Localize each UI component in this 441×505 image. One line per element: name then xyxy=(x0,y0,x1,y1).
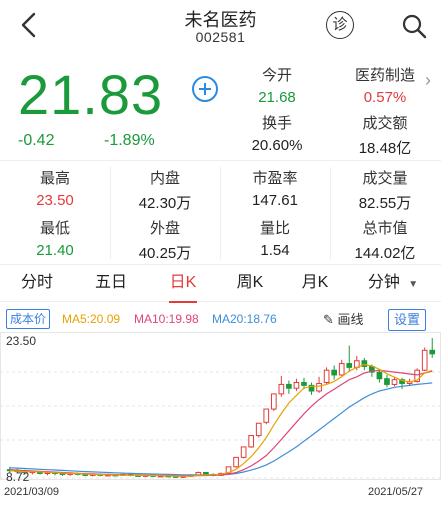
top-bar: 未名医药 002581 诊 xyxy=(0,0,441,52)
pe-value: 147.61 xyxy=(252,192,298,209)
candle-body xyxy=(240,446,247,458)
tab-minute[interactable]: 分钟 ▼ xyxy=(352,265,434,303)
search-icon[interactable] xyxy=(400,12,428,40)
market-cap-value: 144.02亿 xyxy=(354,245,416,262)
volume-ratio-label: 量比 xyxy=(259,220,290,237)
stats-grid: 最高 23.50 内盘 42.30万 市盈率 147.61 成交量 82.55万… xyxy=(0,160,441,264)
draw-line-label: 画线 xyxy=(337,312,364,327)
candle-body xyxy=(233,456,239,468)
low-value: 21.40 xyxy=(36,242,74,259)
sector-label: 医药制造 xyxy=(354,67,415,84)
open-label: 今开 xyxy=(261,67,292,84)
high-label: 最高 xyxy=(39,170,70,187)
turnover-stat: 换手 20.60% xyxy=(222,112,332,154)
open-value: 21.68 xyxy=(258,89,296,106)
amount-label: 成交额 xyxy=(362,115,408,132)
market-cap-stat: 总市值 144.02亿 xyxy=(330,217,440,263)
kline-svg[interactable] xyxy=(0,332,441,500)
y-min-label: 8.72 xyxy=(6,470,30,484)
tab-weekly-k[interactable]: 周K xyxy=(218,265,282,303)
tab-timeshare[interactable]: 分时 xyxy=(0,265,74,303)
volume-label: 成交量 xyxy=(362,170,408,187)
tab-daily-k[interactable]: 日K xyxy=(148,265,218,303)
ma10-line xyxy=(9,369,433,477)
x-start-label: 2021/03/09 xyxy=(4,486,60,498)
candle-body xyxy=(301,382,307,386)
low-label: 最低 xyxy=(39,220,70,237)
candle-body xyxy=(203,472,209,475)
turnover-label: 换手 xyxy=(261,115,292,132)
volume-ratio-stat: 量比 1.54 xyxy=(220,217,330,259)
period-tabs: 分时 五日 日K 周K 月K 分钟 ▼ xyxy=(0,264,441,303)
volume-ratio-value: 1.54 xyxy=(260,242,290,259)
open-stat: 今开 21.68 xyxy=(222,64,332,106)
turnover-value: 20.60% xyxy=(251,137,303,154)
high-stat: 最高 23.50 xyxy=(0,167,110,209)
volume-stat: 成交量 82.55万 xyxy=(330,167,440,213)
tab-minute-label: 分钟 xyxy=(367,274,400,291)
outer-label: 外盘 xyxy=(149,220,180,237)
amount-value: 18.48亿 xyxy=(358,140,412,157)
candle-body xyxy=(331,369,337,376)
ma10-legend: MA10:19.98 xyxy=(134,312,199,326)
quote-panel: 21.83 -0.42 -1.89% 今开 21.68 医药制造 0.57% ›… xyxy=(0,52,441,158)
chevron-right-icon[interactable]: › xyxy=(425,70,431,91)
candle-body xyxy=(323,369,330,384)
kline-chart[interactable]: 23.50 8.72 2021/03/09 2021/05/27 xyxy=(0,332,441,500)
sector-stat[interactable]: 医药制造 0.57% xyxy=(330,64,440,106)
price-change-pct: -1.89% xyxy=(104,132,155,149)
candle-body xyxy=(270,393,277,410)
candle-body xyxy=(384,378,390,385)
candle-body xyxy=(346,363,353,368)
add-watchlist-icon[interactable] xyxy=(192,76,218,102)
candle-body xyxy=(248,435,255,448)
settings-button[interactable]: 设置 xyxy=(388,309,427,331)
inner-stat: 内盘 42.30万 xyxy=(110,167,220,213)
pencil-icon: ✎ xyxy=(323,312,334,327)
diagnose-button[interactable]: 诊 xyxy=(326,11,354,39)
ma20-line xyxy=(9,382,433,476)
price-change: -0.42 xyxy=(18,132,55,149)
x-end-label: 2021/05/27 xyxy=(368,486,424,498)
candle-body xyxy=(376,371,383,380)
volume-value: 82.55万 xyxy=(358,195,412,212)
candle-body xyxy=(263,408,270,423)
outer-value: 40.25万 xyxy=(138,245,192,262)
market-cap-label: 总市值 xyxy=(362,220,408,237)
tab-five-day[interactable]: 五日 xyxy=(74,265,148,303)
ma5-line xyxy=(9,363,433,477)
inner-value: 42.30万 xyxy=(138,195,192,212)
inner-label: 内盘 xyxy=(149,170,180,187)
draw-line-button[interactable]: ✎ 画线 xyxy=(323,309,364,328)
outer-stat: 外盘 40.25万 xyxy=(110,217,220,263)
candle-body xyxy=(316,382,322,392)
y-max-label: 23.50 xyxy=(6,334,37,348)
candle-body xyxy=(278,383,285,395)
candle-body xyxy=(255,422,262,437)
sector-value: 0.57% xyxy=(363,89,407,106)
candle-body xyxy=(429,349,436,355)
candle-body xyxy=(293,382,300,389)
low-stat: 最低 21.40 xyxy=(0,217,110,259)
candle-body xyxy=(391,379,398,385)
ma5-legend: MA5:20.09 xyxy=(62,312,121,326)
candle-body xyxy=(338,363,345,376)
candle-body xyxy=(421,349,428,371)
pe-stat: 市盈率 147.61 xyxy=(220,167,330,209)
pe-label: 市盈率 xyxy=(252,170,298,187)
ma20-legend: MA20:18.76 xyxy=(212,312,277,326)
chart-toolbar: 成本价 MA5:20.09 MA10:19.98 MA20:18.76 ✎ 画线… xyxy=(0,306,441,332)
amount-stat: 成交额 18.48亿 xyxy=(330,112,440,158)
cost-price-button[interactable]: 成本价 xyxy=(6,309,51,329)
tab-monthly-k[interactable]: 月K xyxy=(282,265,348,303)
current-price: 21.83 xyxy=(18,63,164,126)
caret-down-icon: ▼ xyxy=(408,279,419,290)
candle-body xyxy=(286,383,292,389)
high-value: 23.50 xyxy=(36,192,74,209)
stock-code: 002581 xyxy=(195,29,246,45)
